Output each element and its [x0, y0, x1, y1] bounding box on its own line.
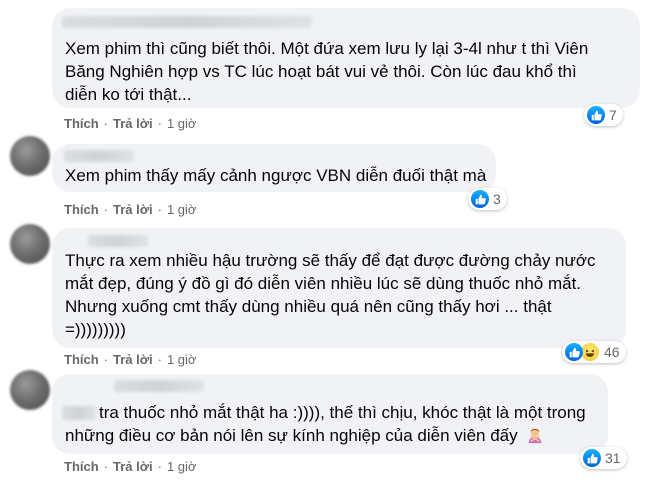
like-icon [565, 343, 583, 361]
reply-link[interactable]: Trả lời [113, 202, 153, 217]
comment-actions: Thích · Trả lời · 1 giờ [64, 352, 197, 367]
timestamp[interactable]: 1 giờ [167, 352, 197, 367]
comment-line: tra thuốc nhỏ mắt thật ha :)))), thế thì… [99, 403, 586, 422]
author-name-blurred[interactable] [64, 150, 134, 162]
reaction-count: 3 [493, 191, 501, 207]
comment-line: =))))))))) [65, 320, 126, 339]
like-icon [587, 106, 605, 124]
comment-line: Băng Nghiên hợp vs TC lúc hoạt bát vui v… [65, 62, 577, 81]
reaction-count: 7 [609, 107, 617, 123]
author-name-blurred[interactable] [62, 16, 312, 28]
avatar[interactable] [10, 370, 50, 410]
avatar[interactable] [10, 224, 50, 264]
reply-link[interactable]: Trả lời [113, 116, 153, 131]
person-gesturing-no-emoji [529, 428, 542, 444]
like-link[interactable]: Thích [64, 116, 99, 131]
comment-line: Xem phim thấy mấy cảnh ngược VBN diễn đu… [65, 166, 487, 185]
reaction-badge[interactable]: 3 [468, 188, 507, 210]
comment-actions: Thích · Trả lời · 1 giờ [64, 459, 197, 474]
author-prefix-blurred [62, 406, 96, 420]
comment-line-wrap: những điều cơ bản nói lên sự kính nghiệp… [65, 425, 544, 447]
comment-line: những điều cơ bản nói lên sự kính nghiệp… [65, 426, 518, 445]
comment-actions: Thích · Trả lời · 1 giờ [64, 202, 197, 217]
like-icon [471, 190, 489, 208]
comment-line: Xem phim thì cũng biết thôi. Một đứa xem… [65, 39, 589, 58]
reaction-badge[interactable]: 7 [584, 104, 623, 126]
timestamp[interactable]: 1 giờ [167, 459, 197, 474]
comment-bubble: tra thuốc nhỏ mắt thật ha :)))), thế thì… [52, 374, 608, 454]
avatar[interactable] [10, 136, 50, 176]
comment-line: mắt đẹp, đúng ý đồ gì đó diễn viên nhiều… [65, 274, 582, 293]
comment-bubble: Xem phim thấy mấy cảnh ngược VBN diễn đu… [52, 144, 496, 192]
comment-line: diễn ko tới thật... [65, 85, 192, 104]
comment-line: Nhưng xuống cmt thấy dùng nhiều quá nên … [65, 297, 552, 316]
comment-actions: Thích · Trả lời · 1 giờ [64, 116, 197, 131]
like-link[interactable]: Thích [64, 459, 99, 474]
author-name-blurred[interactable] [114, 380, 204, 392]
reaction-badge[interactable]: 31 [580, 447, 627, 469]
reaction-count: 31 [605, 450, 621, 466]
like-link[interactable]: Thích [64, 352, 99, 367]
timestamp[interactable]: 1 giờ [167, 116, 197, 131]
comment-line: Thực ra xem nhiều hậu trường sẽ thấy để … [65, 251, 596, 270]
like-link[interactable]: Thích [64, 202, 99, 217]
reaction-count: 46 [604, 344, 620, 360]
reaction-badge[interactable]: 46 [562, 341, 626, 363]
like-icon [583, 449, 601, 467]
haha-icon [580, 342, 600, 362]
reply-link[interactable]: Trả lời [113, 352, 153, 367]
reply-link[interactable]: Trả lời [113, 459, 153, 474]
timestamp[interactable]: 1 giờ [167, 202, 197, 217]
comment-bubble: Thực ra xem nhiều hậu trường sẽ thấy để … [52, 228, 626, 348]
author-name-blurred[interactable] [88, 235, 148, 247]
comment-bubble: Xem phim thì cũng biết thôi. Một đứa xem… [52, 8, 640, 108]
